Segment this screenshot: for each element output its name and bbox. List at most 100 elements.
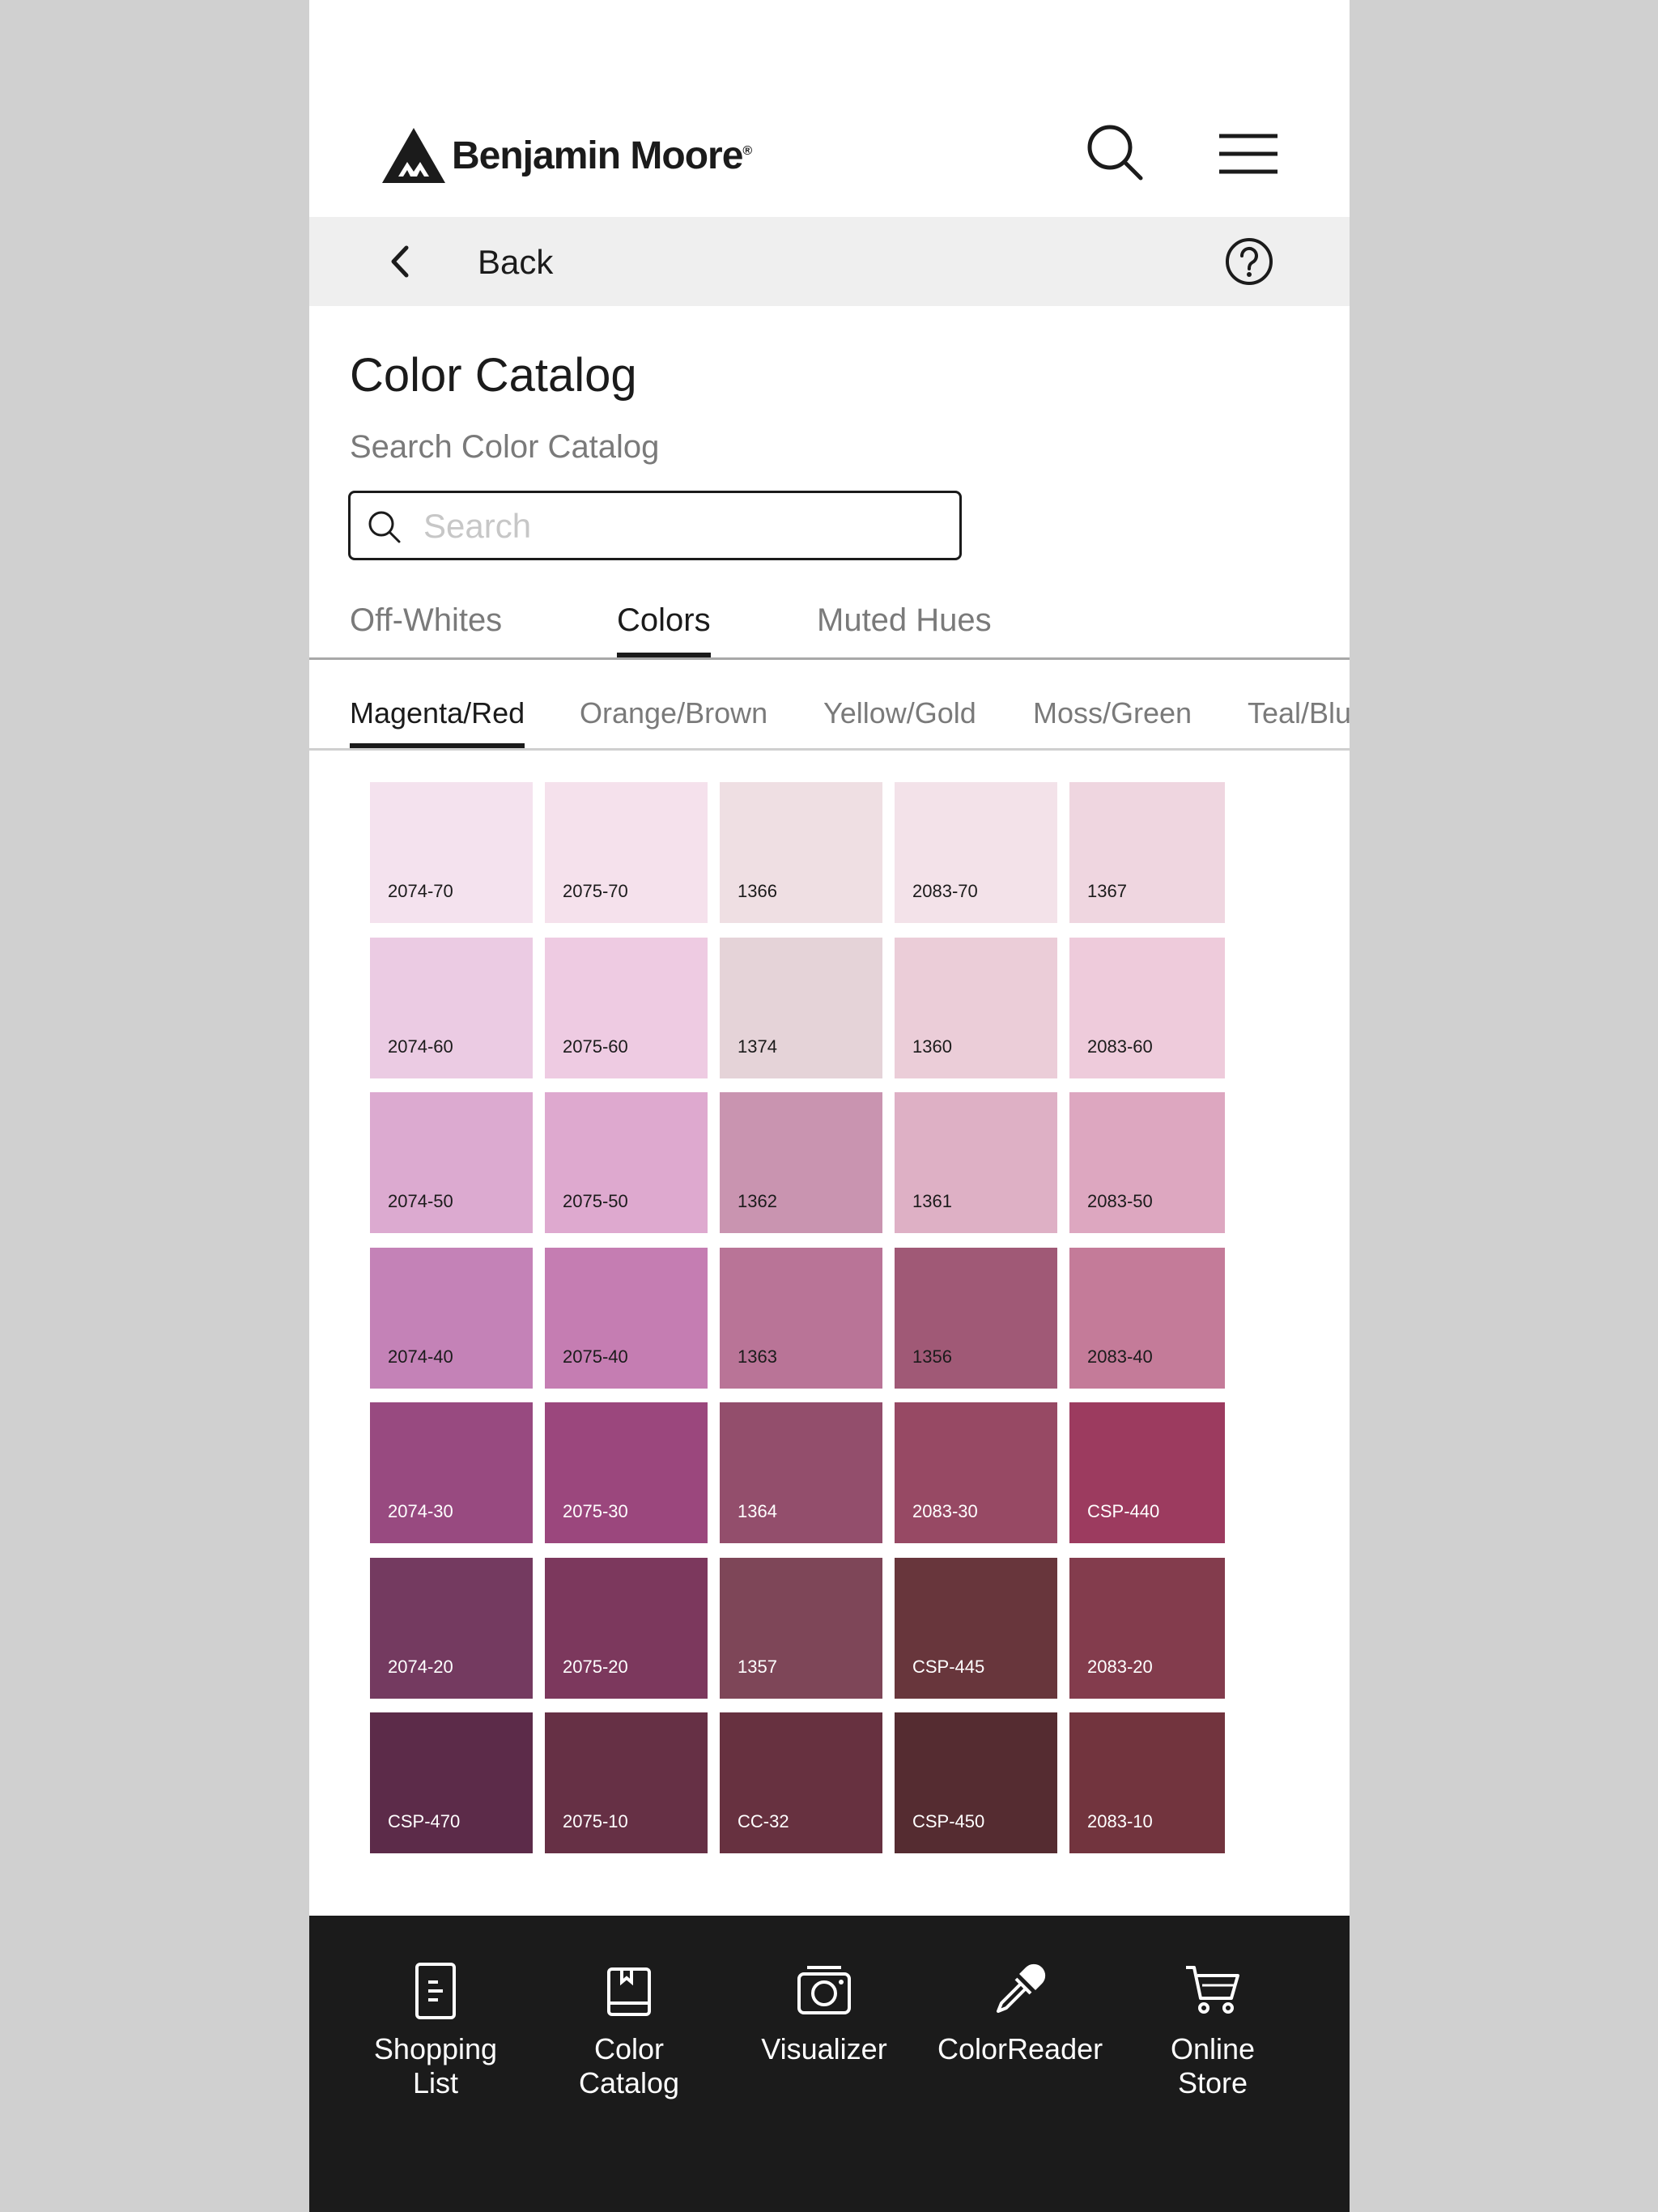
camera-icon xyxy=(797,1966,851,2014)
color-swatch[interactable]: 2083-40 xyxy=(1069,1247,1225,1389)
hue-subtabs: Magenta/Red Orange/Brown Yellow/Gold Mos… xyxy=(309,696,1350,751)
swatch-code: 2083-70 xyxy=(912,881,978,901)
nav-color-catalog[interactable]: Color Catalog xyxy=(548,1961,710,2100)
swatch-code: 1360 xyxy=(912,1036,952,1057)
category-tabs: Off-Whites Colors Muted Hues xyxy=(309,599,1350,660)
color-swatch[interactable]: 1361 xyxy=(895,1092,1057,1233)
swatch-code: 1364 xyxy=(738,1501,777,1521)
nav-colorreader[interactable]: ColorReader xyxy=(937,1961,1103,2066)
help-icon[interactable] xyxy=(1224,236,1274,287)
swatch-code: 2075-10 xyxy=(563,1811,628,1831)
color-swatch[interactable]: 1356 xyxy=(895,1247,1057,1389)
nav-visualizer[interactable]: Visualizer xyxy=(743,1961,905,2066)
color-swatch[interactable]: 1362 xyxy=(720,1092,882,1233)
eyedropper-icon xyxy=(997,1963,1046,2013)
color-swatch[interactable]: CSP-470 xyxy=(370,1712,533,1853)
color-swatch[interactable]: 1363 xyxy=(720,1247,882,1389)
search-input[interactable] xyxy=(422,501,943,551)
brand-logo[interactable]: Benjamin Moore® xyxy=(380,126,752,185)
color-swatch[interactable]: 2083-30 xyxy=(895,1402,1057,1543)
header: Benjamin Moore® xyxy=(309,0,1350,217)
swatch-code: 2083-40 xyxy=(1087,1346,1153,1367)
swatch-code: 1363 xyxy=(738,1346,777,1367)
color-swatch[interactable]: 2074-50 xyxy=(370,1092,533,1233)
nav-shopping-list[interactable]: Shopping List xyxy=(355,1961,517,2100)
swatch-code: 2074-70 xyxy=(388,881,453,901)
color-swatch[interactable]: 1360 xyxy=(895,937,1057,1078)
swatch-code: 1361 xyxy=(912,1191,952,1211)
color-swatch[interactable]: 2074-40 xyxy=(370,1247,533,1389)
swatch-code: 1356 xyxy=(912,1346,952,1367)
color-swatch[interactable]: CC-32 xyxy=(720,1712,882,1853)
color-swatch[interactable]: 2075-10 xyxy=(545,1712,708,1853)
color-swatch[interactable]: 1366 xyxy=(720,782,882,923)
nav-label: List xyxy=(412,2066,459,2099)
swatch-code: 1367 xyxy=(1087,881,1127,901)
color-swatch[interactable]: 1357 xyxy=(720,1557,882,1699)
swatch-code: CSP-445 xyxy=(912,1656,985,1677)
back-bar: Back xyxy=(309,217,1350,306)
color-swatch[interactable]: 2074-30 xyxy=(370,1402,533,1543)
subtab-orange-brown[interactable]: Orange/Brown xyxy=(580,696,767,748)
nav-label: Store xyxy=(1177,2066,1248,2099)
chevron-left-icon[interactable] xyxy=(380,241,421,282)
swatch-code: 2074-40 xyxy=(388,1346,453,1367)
tab-colors[interactable]: Colors xyxy=(617,599,711,657)
swatch-code: CSP-470 xyxy=(388,1811,461,1831)
swatch-code: 1357 xyxy=(738,1656,777,1677)
color-swatch[interactable]: 2083-50 xyxy=(1069,1092,1225,1233)
swatch-code: 2075-30 xyxy=(563,1501,628,1521)
color-swatch[interactable]: 1364 xyxy=(720,1402,882,1543)
swatch-code: 2074-30 xyxy=(388,1501,453,1521)
swatch-code: 2075-60 xyxy=(563,1036,628,1057)
color-swatch[interactable]: 2075-60 xyxy=(545,937,708,1078)
color-swatch[interactable]: 2075-30 xyxy=(545,1402,708,1543)
color-swatch[interactable]: 2083-60 xyxy=(1069,937,1225,1078)
app-screen: Benjamin Moore® Back Color Catalog Searc… xyxy=(309,0,1350,2212)
subtab-magenta-red[interactable]: Magenta/Red xyxy=(350,696,525,748)
color-swatch[interactable]: 2075-20 xyxy=(545,1557,708,1699)
nav-online-store[interactable]: Online Store xyxy=(1132,1961,1294,2100)
swatch-code: 2083-60 xyxy=(1087,1036,1153,1057)
nav-label: Color xyxy=(593,2032,665,2065)
color-swatch[interactable]: 2074-20 xyxy=(370,1557,533,1699)
color-swatch[interactable]: 2074-70 xyxy=(370,782,533,923)
subtab-teal-blue[interactable]: Teal/Blu xyxy=(1248,696,1350,748)
nav-label: Visualizer xyxy=(761,2032,887,2065)
shopping-list-icon xyxy=(415,1963,456,2019)
color-swatch[interactable]: 2083-20 xyxy=(1069,1557,1225,1699)
color-swatch[interactable]: 2075-40 xyxy=(545,1247,708,1389)
search-icon[interactable] xyxy=(1084,121,1149,186)
color-swatch[interactable]: 2083-10 xyxy=(1069,1712,1225,1853)
color-swatch[interactable]: CSP-440 xyxy=(1069,1402,1225,1543)
swatch-code: CSP-450 xyxy=(912,1811,985,1831)
color-swatch[interactable]: 2075-50 xyxy=(545,1092,708,1233)
color-swatch[interactable]: CSP-445 xyxy=(895,1557,1057,1699)
hamburger-menu-icon[interactable] xyxy=(1216,130,1281,178)
swatch-code: CC-32 xyxy=(738,1811,789,1831)
swatch-code: 2083-10 xyxy=(1087,1811,1153,1831)
color-swatch[interactable]: 1374 xyxy=(720,937,882,1078)
swatch-code: 2075-20 xyxy=(563,1656,628,1677)
tab-off-whites[interactable]: Off-Whites xyxy=(350,599,502,657)
search-label: Search Color Catalog xyxy=(350,429,660,465)
mountain-logo-icon xyxy=(382,128,445,183)
color-swatch[interactable]: 1367 xyxy=(1069,782,1225,923)
nav-label: Catalog xyxy=(578,2066,680,2099)
subtab-yellow-gold[interactable]: Yellow/Gold xyxy=(823,696,976,748)
swatch-code: 2083-30 xyxy=(912,1501,978,1521)
search-box[interactable] xyxy=(348,491,962,560)
swatch-code: 1362 xyxy=(738,1191,777,1211)
swatch-code: 2083-20 xyxy=(1087,1656,1153,1677)
color-swatch[interactable]: 2075-70 xyxy=(545,782,708,923)
back-button[interactable]: Back xyxy=(478,243,553,282)
color-swatch[interactable]: 2074-60 xyxy=(370,937,533,1078)
subtab-moss-green[interactable]: Moss/Green xyxy=(1033,696,1192,748)
nav-label: Online xyxy=(1170,2032,1256,2065)
nav-label: ColorReader xyxy=(937,2032,1103,2065)
color-swatch[interactable]: CSP-450 xyxy=(895,1712,1057,1853)
swatch-code: 2083-50 xyxy=(1087,1191,1153,1211)
color-swatch[interactable]: 2083-70 xyxy=(895,782,1057,923)
tab-muted-hues[interactable]: Muted Hues xyxy=(817,599,992,657)
swatch-grid: 2074-702075-7013662083-7013672072074-602… xyxy=(370,782,1225,1855)
